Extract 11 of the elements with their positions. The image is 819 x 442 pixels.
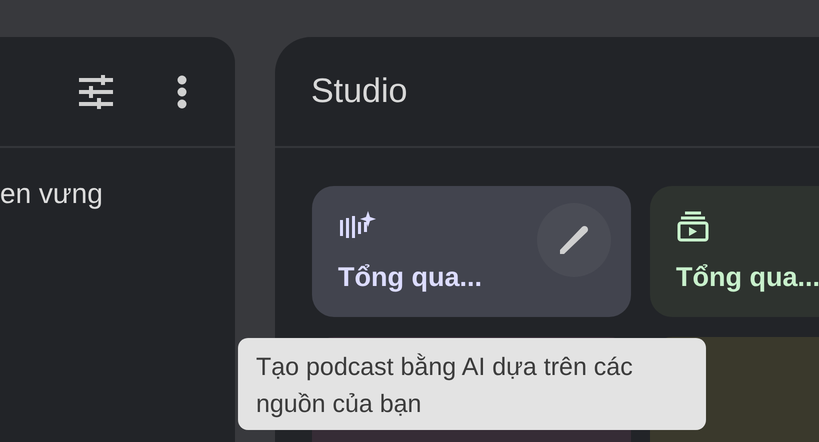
- panel-title: Studio: [311, 72, 408, 111]
- audio-sparkle-icon: [338, 210, 376, 240]
- card-title: Tổng qua...: [338, 262, 483, 293]
- tune-icon[interactable]: [77, 74, 115, 108]
- more-options-icon[interactable]: [177, 74, 187, 108]
- studio-card[interactable]: Tổng qua...: [650, 186, 819, 317]
- studio-card[interactable]: Tổng qua...: [312, 186, 631, 317]
- card-title: Tổng qua...: [676, 262, 819, 293]
- tooltip: Tạo podcast bằng AI dựa trên các nguồn của bạn: [238, 338, 706, 430]
- source-title: en vưng: [0, 178, 104, 210]
- video-stack-icon: [676, 210, 710, 242]
